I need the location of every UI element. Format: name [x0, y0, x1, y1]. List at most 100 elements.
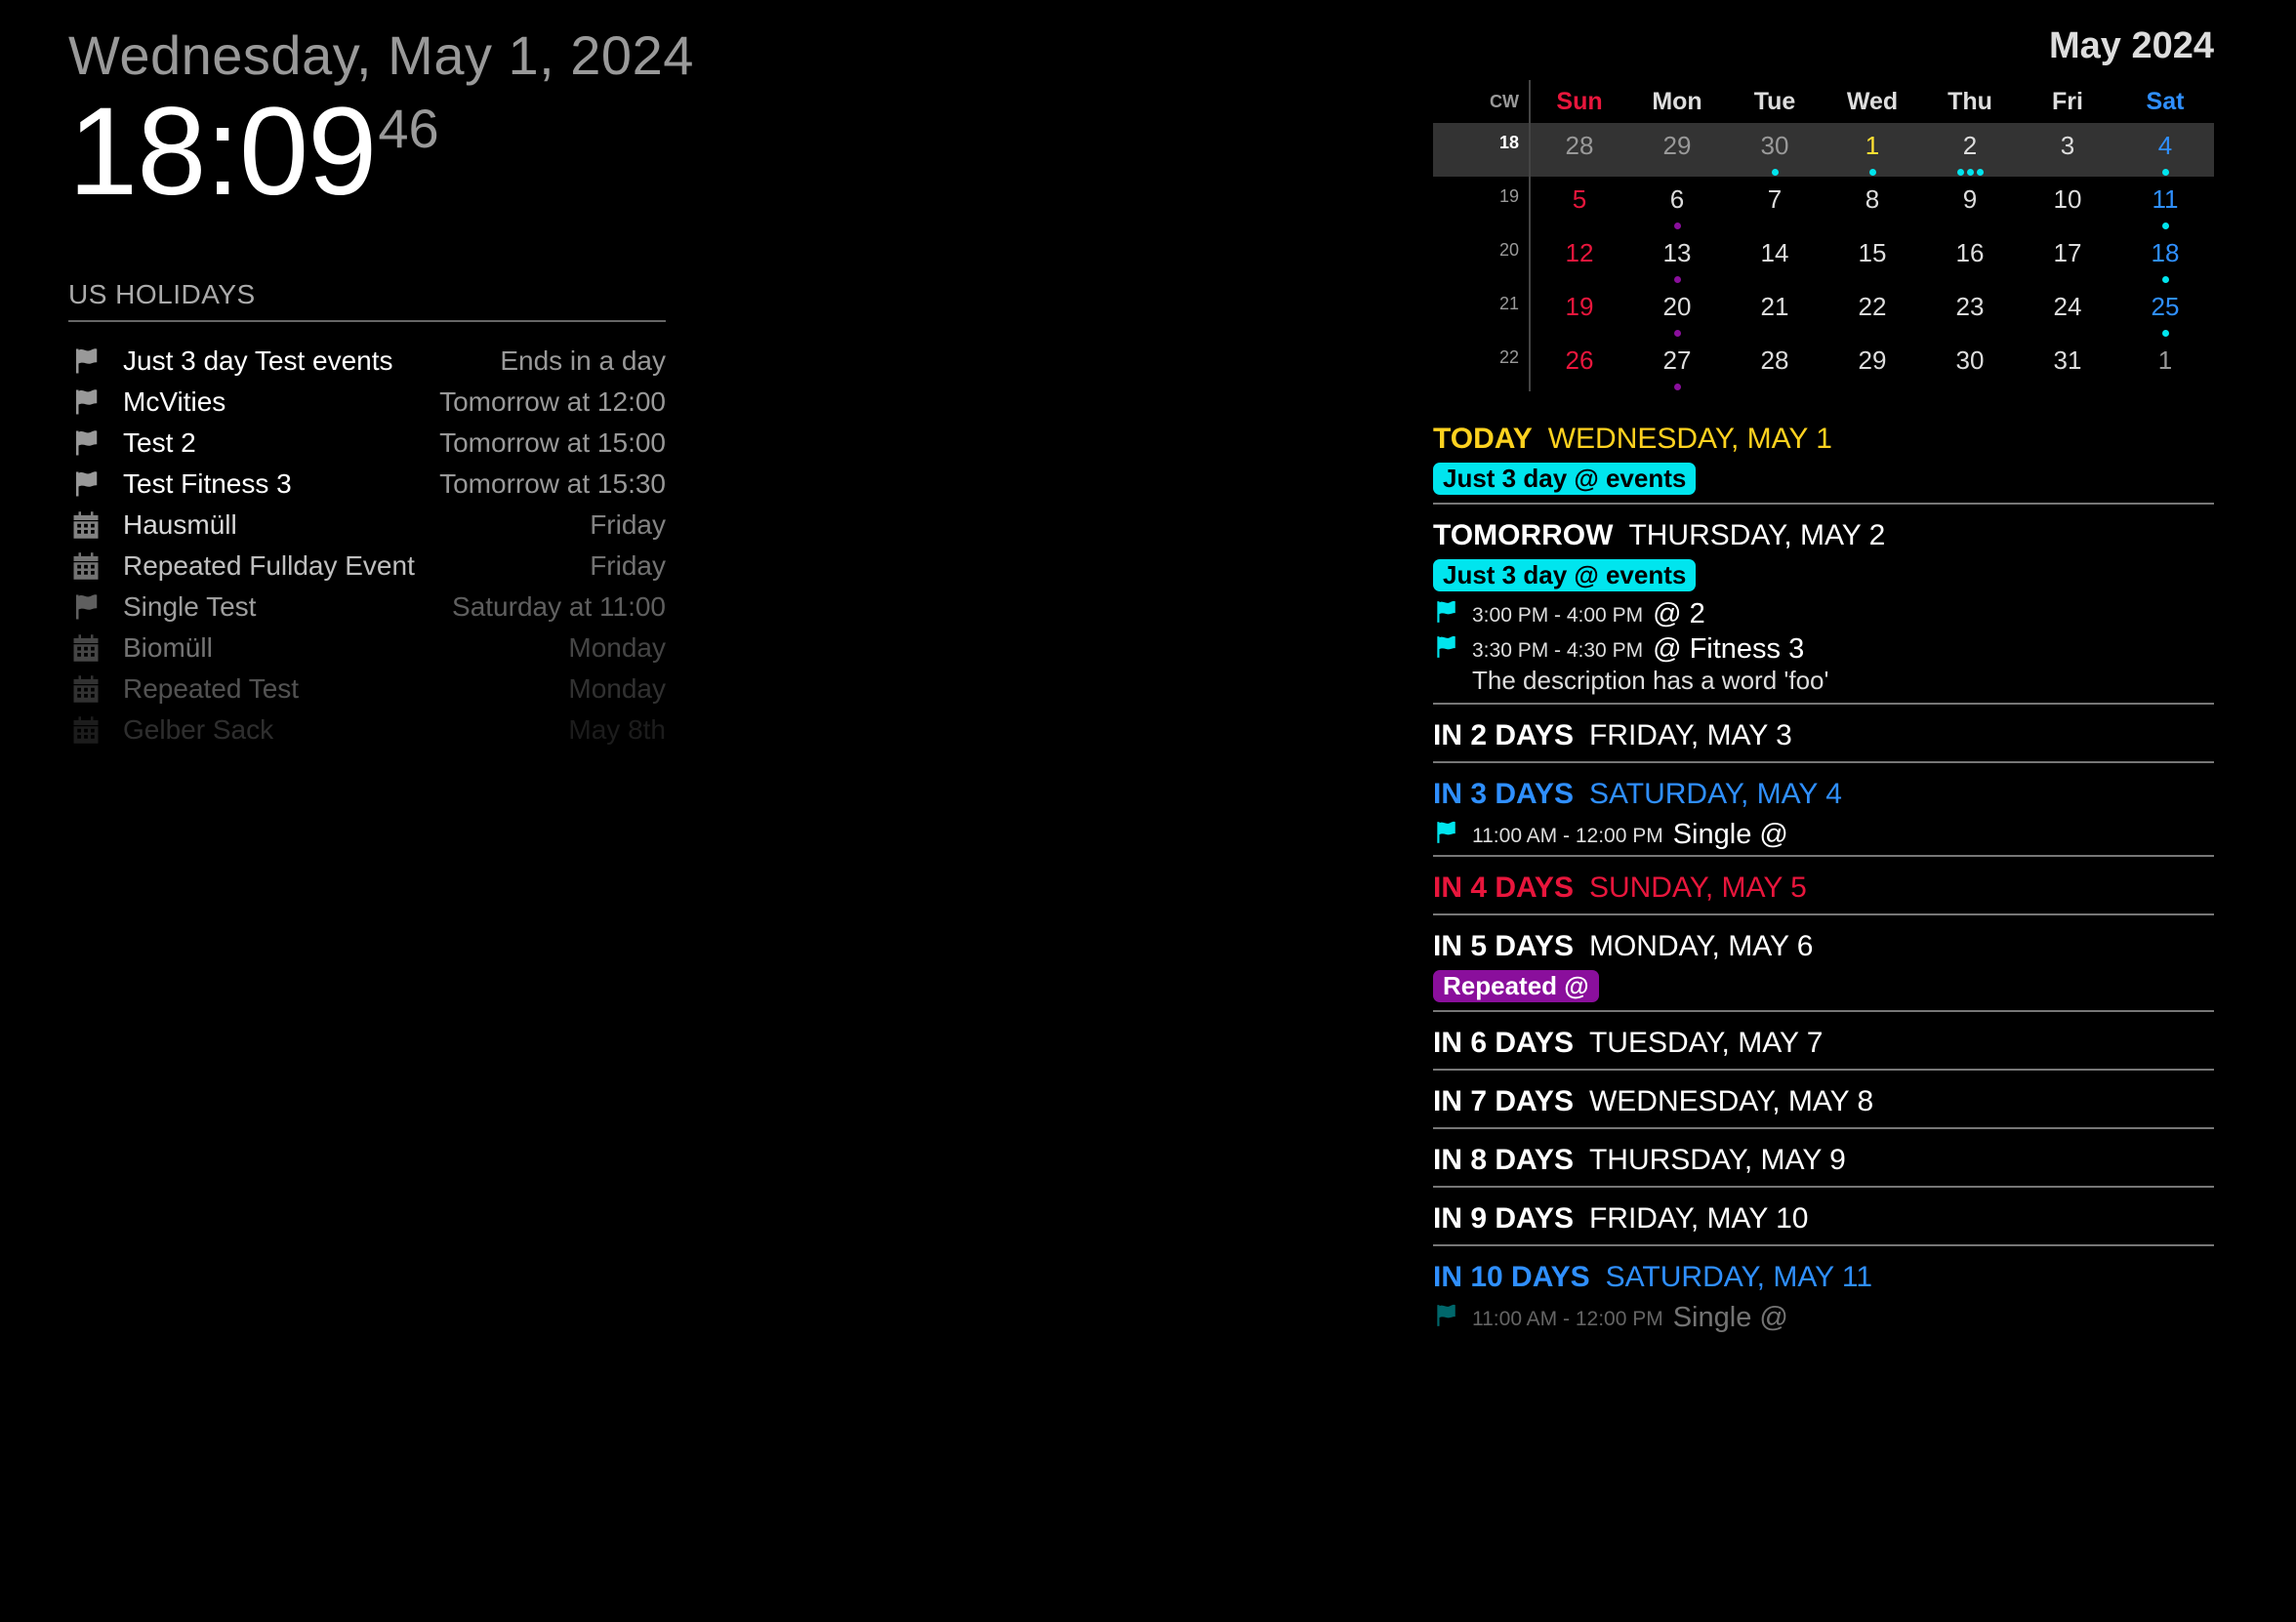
calendar-day[interactable]: 29 [1824, 338, 1921, 391]
event-dots [1628, 379, 1726, 390]
holiday-time: Monday [568, 673, 666, 704]
holiday-time: Tomorrow at 15:30 [439, 468, 666, 499]
calendar-day[interactable]: 29 [1628, 123, 1726, 177]
holiday-item[interactable]: Repeated Test Monday [68, 669, 666, 710]
calendar-day[interactable]: 16 [1921, 230, 2019, 284]
calendar-day[interactable]: 27 [1628, 338, 1726, 391]
calendar-day[interactable]: 10 [2019, 177, 2116, 230]
calendar-day[interactable]: 6 [1628, 177, 1726, 230]
calendar-day[interactable]: 22 [1824, 284, 1921, 338]
calendar-day[interactable]: 7 [1726, 177, 1824, 230]
calendar-day-number: 22 [1858, 292, 1887, 321]
calendar-day[interactable]: 9 [1921, 177, 2019, 230]
weekday-mon: Mon [1652, 87, 1702, 115]
calendar-day[interactable]: 11 [2116, 177, 2214, 230]
calendar-day[interactable]: 21 [1726, 284, 1824, 338]
event-dot [2161, 330, 2169, 337]
calendar-day[interactable]: 17 [2019, 230, 2116, 284]
holiday-title: Repeated Fullday Event [123, 550, 415, 581]
calendar-day[interactable]: 26 [1531, 338, 1628, 391]
calendar-icon [68, 632, 103, 664]
event-dot [1966, 169, 1974, 176]
event-name: Single @ [1672, 1302, 1788, 1333]
calendar-day[interactable]: 12 [1531, 230, 1628, 284]
flag-icon [68, 386, 103, 418]
holiday-item[interactable]: Single Test Saturday at 11:00 [68, 587, 666, 628]
calendar-day[interactable]: 24 [2019, 284, 2116, 338]
calendar-week-label: CW [1490, 91, 1519, 111]
calendar-day[interactable]: 18 [2116, 230, 2214, 284]
holidays-list: Just 3 day Test events Ends in a day McVit… [68, 341, 666, 750]
flag-icon [68, 468, 103, 500]
holiday-time: Friday [590, 509, 666, 540]
calendar-day-number: 18 [2151, 238, 2180, 267]
calendar-day[interactable]: 8 [1824, 177, 1921, 230]
event-dot [1673, 330, 1681, 337]
flag-icon [1433, 634, 1458, 662]
calendar-day[interactable]: 3 [2019, 123, 2116, 177]
agenda-relative-day: IN 4 DAYS [1433, 872, 1574, 904]
calendar-day[interactable]: 28 [1726, 338, 1824, 391]
fullday-event-pill[interactable]: Repeated @ [1433, 970, 1599, 1002]
holiday-item[interactable]: Test 2 Tomorrow at 15:00 [68, 423, 666, 464]
calendar-day[interactable]: 23 [1921, 284, 2019, 338]
agenda-event[interactable]: 3:00 PM - 4:00 PM @ 2 [1433, 595, 2214, 630]
calendar-day[interactable]: 1 [1824, 123, 1921, 177]
agenda-date: MONDAY, MAY 6 [1588, 930, 1814, 962]
holiday-item[interactable]: Gelber Sack May 8th [68, 710, 666, 750]
calendar-icon [68, 714, 103, 746]
weekday-fri: Fri [2052, 87, 2083, 115]
event-dots [2116, 218, 2214, 229]
calendar-day[interactable]: 30 [1921, 338, 2019, 391]
holiday-title: Hausmüll [123, 509, 237, 540]
holiday-item[interactable]: Biomüll Monday [68, 628, 666, 669]
agenda-event[interactable]: 11:00 AM - 12:00 PM Single @ [1433, 816, 2214, 851]
calendar-day-number: 28 [1760, 345, 1789, 375]
calendar-day[interactable]: 4 [2116, 123, 2214, 177]
calendar-day[interactable]: 14 [1726, 230, 1824, 284]
magic-mirror-screen: Wednesday, May 1, 2024 18:0946 US HOLIDA… [0, 0, 2296, 1622]
event-dot [2161, 169, 2169, 176]
fullday-event-pill[interactable]: Just 3 day @ events [1433, 559, 1697, 591]
event-dot [1956, 169, 1964, 176]
event-dot [1673, 223, 1681, 229]
flag-icon [68, 345, 103, 377]
calendar-day[interactable]: 5 [1531, 177, 1628, 230]
calendar-day[interactable]: 31 [2019, 338, 2116, 391]
event-dot [1771, 169, 1779, 176]
calendar-day-number: 15 [1858, 238, 1887, 267]
calendar-day[interactable]: 30 [1726, 123, 1824, 177]
holiday-time: Saturday at 11:00 [452, 591, 666, 622]
weekday-thu: Thu [1948, 87, 1992, 115]
agenda-day-header: IN 10 DAYS SATURDAY, MAY 11 [1433, 1256, 2214, 1299]
calendar-icon [68, 509, 103, 541]
calendar-day-number: 27 [1662, 345, 1692, 375]
fullday-event-pill[interactable]: Just 3 day @ events [1433, 463, 1697, 495]
holiday-item[interactable]: Repeated Fullday Event Friday [68, 546, 666, 587]
calendar-day[interactable]: 13 [1628, 230, 1726, 284]
holiday-item[interactable]: Hausmüll Friday [68, 505, 666, 546]
event-time: 11:00 AM - 12:00 PM [1472, 825, 1663, 847]
holiday-item[interactable]: McVities Tomorrow at 12:00 [68, 382, 666, 423]
agenda-day-header: TOMORROW THURSDAY, MAY 2 [1433, 514, 2214, 557]
calendar-day[interactable]: 15 [1824, 230, 1921, 284]
agenda-day-header: TODAY WEDNESDAY, MAY 1 [1433, 418, 2214, 461]
agenda-day-header: IN 2 DAYS FRIDAY, MAY 3 [1433, 714, 2214, 757]
calendar-day[interactable]: 25 [2116, 284, 2214, 338]
calendar-day[interactable]: 20 [1628, 284, 1726, 338]
calendar-week-number: 21 [1498, 294, 1519, 313]
holiday-item[interactable]: Just 3 day Test events Ends in a day [68, 341, 666, 382]
event-name: Single @ [1672, 819, 1788, 850]
calendar-day[interactable]: 19 [1531, 284, 1628, 338]
agenda-event[interactable]: 3:30 PM - 4:30 PM @ Fitness 3 [1433, 630, 2214, 666]
holiday-title: Single Test [123, 591, 257, 622]
agenda-date: THURSDAY, MAY 2 [1628, 519, 1886, 551]
calendar-day[interactable]: 1 [2116, 338, 2214, 391]
calendar-day[interactable]: 2 [1921, 123, 2019, 177]
calendar-day-number: 24 [2053, 292, 2082, 321]
calendar-day-number: 7 [1767, 184, 1783, 214]
agenda-relative-day: IN 8 DAYS [1433, 1144, 1574, 1176]
calendar-day[interactable]: 28 [1531, 123, 1628, 177]
holiday-item[interactable]: Test Fitness 3 Tomorrow at 15:30 [68, 464, 666, 505]
agenda-event[interactable]: 11:00 AM - 12:00 PM Single @ [1433, 1299, 2214, 1334]
